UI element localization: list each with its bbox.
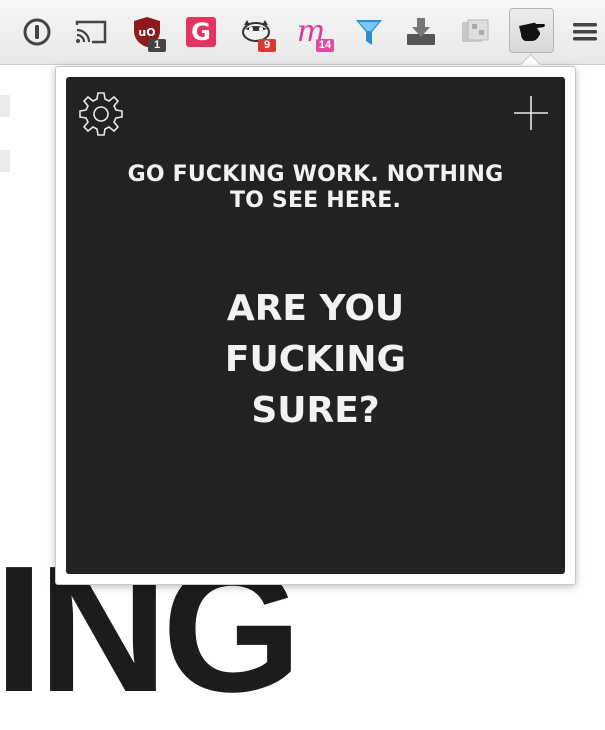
raccoon-icon[interactable]: 9	[240, 12, 276, 52]
popup-message: GO FUCKING WORK. NOTHING TO SEE HERE.	[66, 162, 565, 214]
grammarly-logo: G	[186, 17, 216, 47]
mixmax-icon[interactable]: m 14	[294, 12, 334, 52]
gallery-icon[interactable]	[458, 12, 492, 52]
page-margin-mark	[0, 150, 10, 172]
page-margin-mark	[0, 95, 10, 117]
question-line: FUCKING	[224, 339, 407, 380]
ublock-icon[interactable]: uO 1	[130, 12, 166, 52]
mixmax-badge: 14	[316, 39, 334, 52]
popup-panel: GO FUCKING WORK. NOTHING TO SEE HERE. AR…	[66, 77, 565, 574]
cast-icon[interactable]	[74, 12, 108, 52]
confirmation-question: ARE YOU FUCKING SURE?	[66, 283, 565, 436]
message-line: TO SEE HERE.	[229, 188, 402, 213]
extension-popup: GO FUCKING WORK. NOTHING TO SEE HERE. AR…	[55, 66, 576, 585]
ublock-logo-text: uO	[138, 26, 155, 39]
funnel-icon[interactable]	[352, 12, 386, 52]
question-line: ARE YOU	[226, 288, 405, 329]
add-plus-icon[interactable]	[513, 95, 549, 131]
browser-toolbar: uO 1 G 9 m 14	[0, 0, 605, 65]
hand-pointer-icon	[518, 22, 545, 41]
download-icon[interactable]	[404, 12, 438, 52]
raccoon-badge: 9	[258, 39, 276, 52]
hand-pointer-button[interactable]	[509, 8, 554, 53]
menu-icon[interactable]	[568, 12, 602, 52]
question-line: SURE?	[251, 390, 380, 431]
1password-icon[interactable]	[20, 12, 54, 52]
settings-gear-icon[interactable]	[78, 91, 124, 137]
ublock-badge: 1	[148, 39, 166, 52]
grammarly-icon[interactable]: G	[184, 12, 218, 52]
message-line: GO FUCKING WORK. NOTHING	[127, 162, 504, 187]
